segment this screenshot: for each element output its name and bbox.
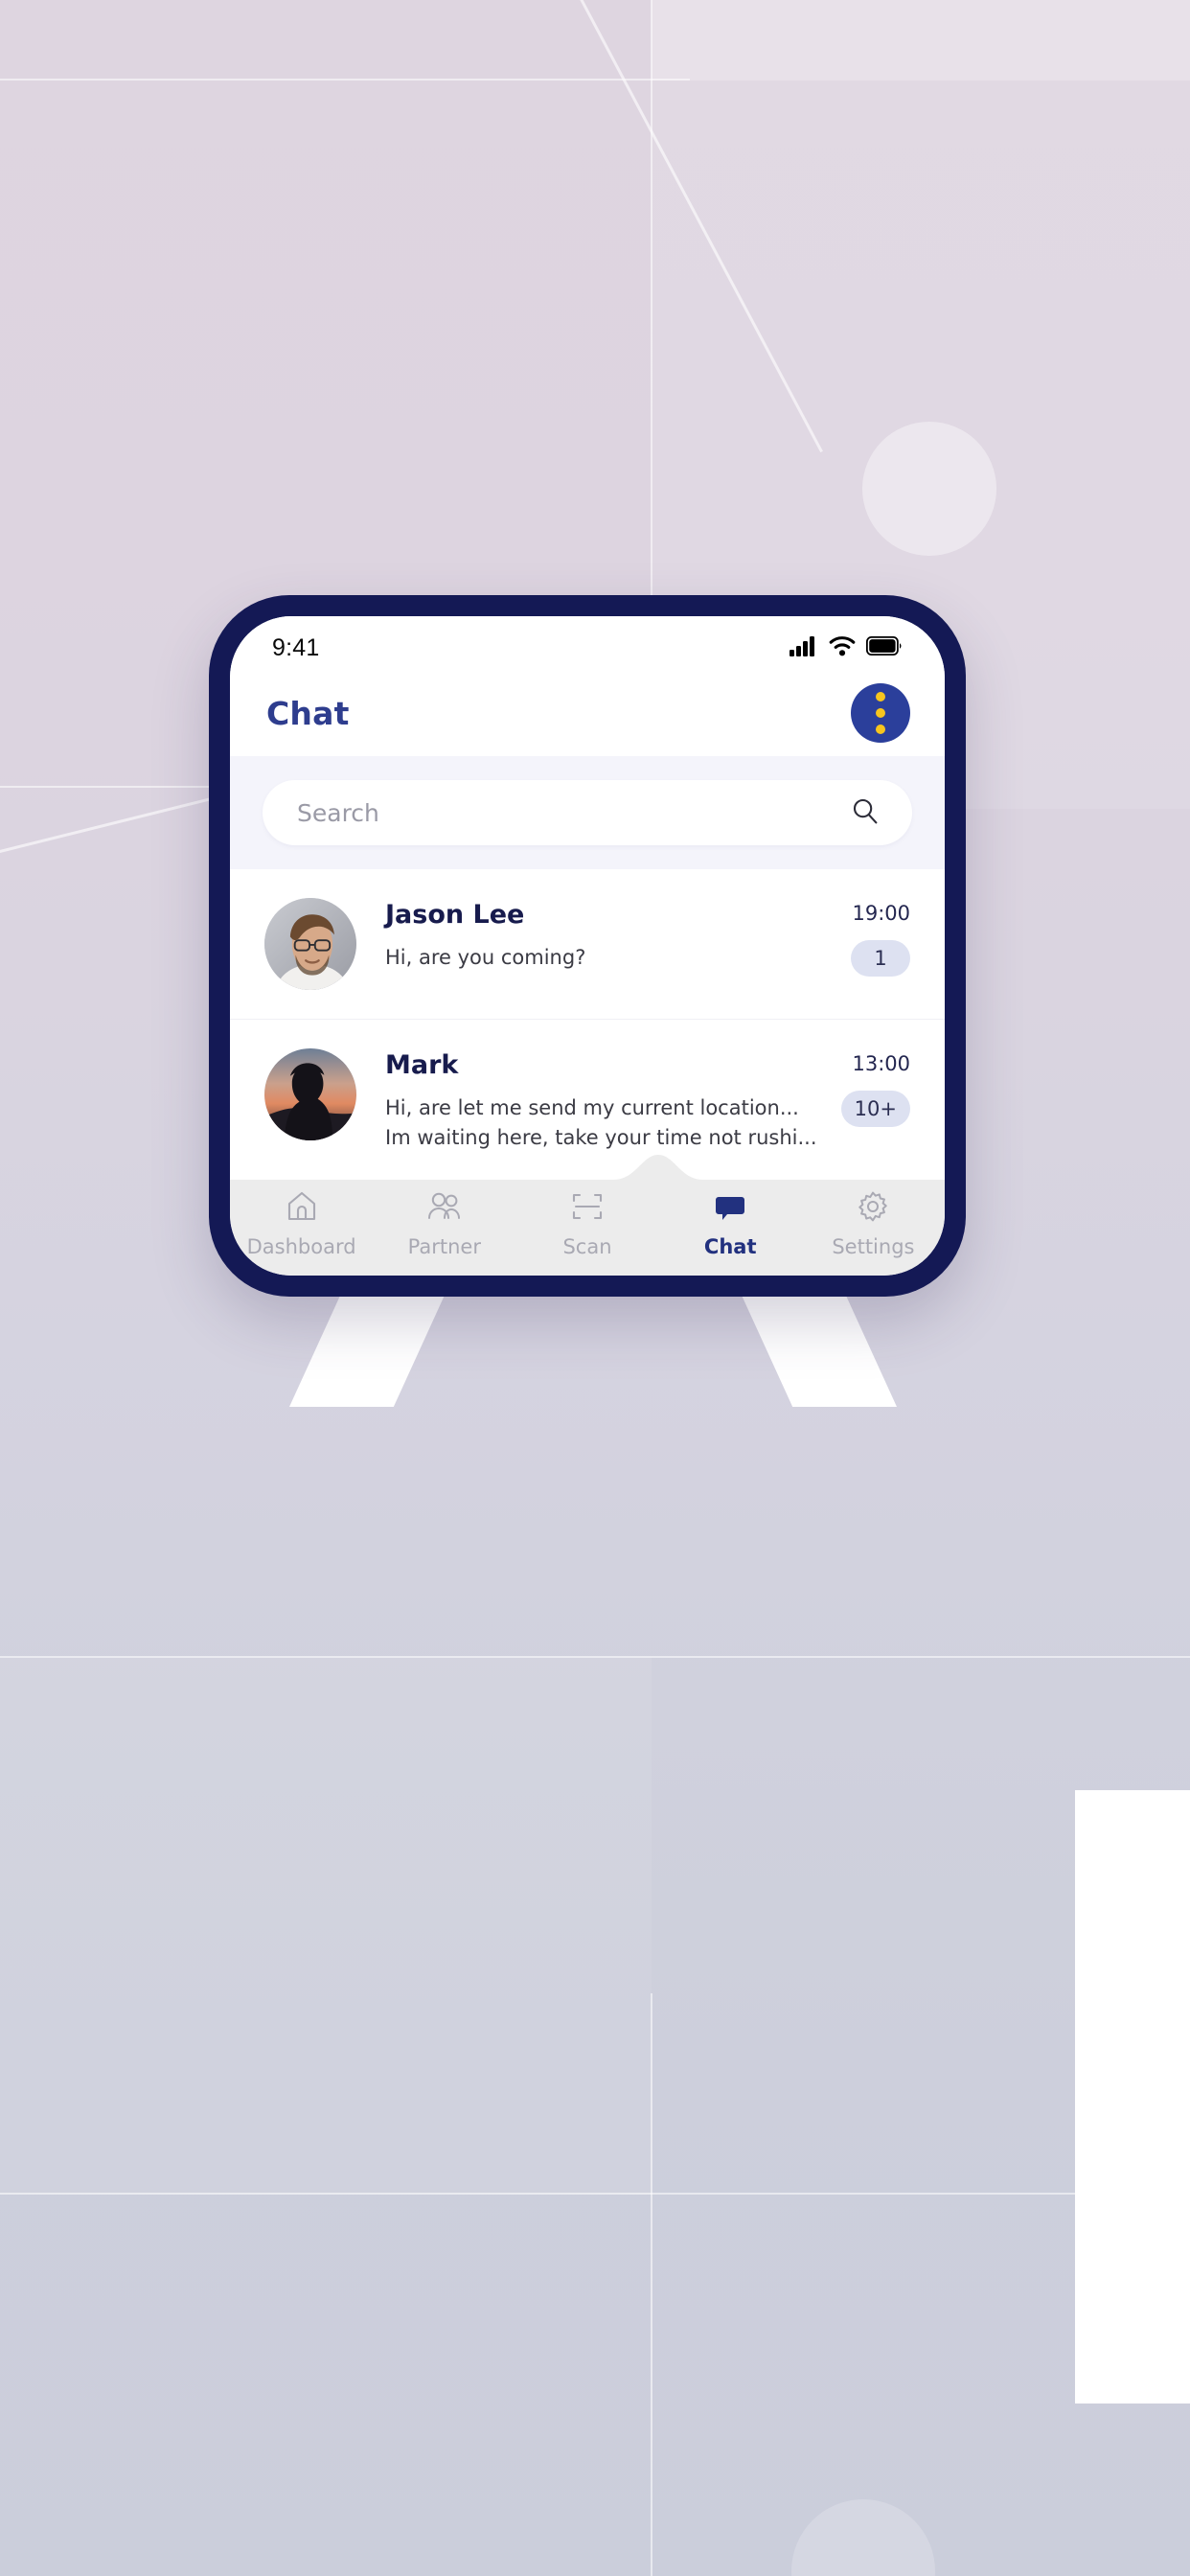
search-placeholder: Search — [297, 798, 379, 827]
bottom-nav-items: Dashboard Partner Scan Chat Settings — [230, 1182, 945, 1266]
phone-screen: 9:41 Chat Search Jason Lee Hi, are you c… — [230, 616, 945, 1276]
chat-item-meta: 13:00 10+ — [840, 1048, 910, 1127]
nav-label-scan: Scan — [562, 1235, 612, 1258]
nav-label-dashboard: Dashboard — [246, 1235, 356, 1258]
battery-icon — [865, 635, 903, 659]
nav-item-scan[interactable]: Scan — [515, 1189, 658, 1258]
nav-item-partner[interactable]: Partner — [373, 1189, 515, 1258]
background-node-circle — [862, 422, 996, 556]
chat-item-preview-line1: Hi, are you coming? — [385, 946, 586, 969]
search-input[interactable]: Search — [263, 780, 912, 845]
scan-icon — [570, 1189, 605, 1228]
chat-item-unread-badge: 10+ — [840, 1091, 910, 1127]
menu-dot-2 — [876, 708, 885, 718]
chat-list-item[interactable]: Jason Lee Hi, are you coming? 19:00 1 — [230, 869, 945, 1020]
nav-item-dashboard[interactable]: Dashboard — [230, 1189, 373, 1258]
chat-item-preview-line2: Im waiting here, take your time not rush… — [385, 1125, 817, 1149]
chat-item-content: Jason Lee Hi, are you coming? — [356, 898, 851, 973]
status-bar: 9:41 — [230, 616, 945, 670]
chat-item-name: Mark — [385, 1050, 459, 1080]
status-bar-clock: 9:41 — [272, 633, 320, 661]
background-gridline-vertical-2 — [651, 1993, 652, 2576]
nav-label-partner: Partner — [407, 1235, 481, 1258]
chat-item-unread-badge: 1 — [851, 940, 910, 977]
chat-item-time: 19:00 — [852, 902, 910, 925]
avatar — [264, 898, 356, 990]
phone-mockup: 9:41 Chat Search Jason Lee Hi, are you c… — [209, 595, 966, 1297]
chat-item-content: Mark Hi, are let me send my current loca… — [356, 1048, 841, 1152]
avatar — [264, 1048, 356, 1140]
search-section: Search — [230, 756, 945, 869]
background-block-lower-left — [0, 1658, 652, 2195]
background-gridline-horizontal-1 — [0, 79, 690, 80]
status-bar-icons — [790, 635, 903, 660]
chat-item-time: 13:00 — [852, 1052, 910, 1075]
wifi-icon — [829, 635, 856, 660]
man-with-glasses-avatar — [264, 898, 356, 990]
people-icon — [426, 1189, 463, 1228]
background-white-panel-right — [1075, 1790, 1190, 2404]
chat-list: Jason Lee Hi, are you coming? 19:00 1 Ma… — [230, 869, 945, 1155]
background-gridline-horizontal-3 — [0, 1656, 1190, 1658]
more-vertical-icon[interactable] — [851, 683, 910, 743]
search-icon[interactable] — [851, 796, 880, 829]
background-gridline-horizontal-4 — [0, 2193, 1190, 2195]
chat-item-preview-line1: Hi, are let me send my current location.… — [385, 1096, 799, 1119]
menu-dot-1 — [876, 692, 885, 702]
menu-dot-3 — [876, 724, 885, 734]
chat-item-meta: 19:00 1 — [851, 898, 910, 977]
silhouette-sunset-avatar — [264, 1048, 356, 1140]
home-icon — [285, 1189, 319, 1228]
gear-icon — [856, 1189, 890, 1228]
nav-label-chat: Chat — [703, 1235, 757, 1258]
page-title: Chat — [266, 694, 350, 732]
nav-item-chat[interactable]: Chat — [659, 1189, 802, 1258]
nav-item-settings[interactable]: Settings — [802, 1189, 945, 1258]
nav-label-settings: Settings — [832, 1235, 915, 1258]
bottom-navigation: Dashboard Partner Scan Chat Settings — [230, 1155, 945, 1276]
chat-item-name: Jason Lee — [385, 900, 525, 930]
chat-bubble-icon — [713, 1189, 747, 1228]
signal-icon — [790, 635, 818, 660]
background-block-top-right — [652, 0, 1190, 80]
app-header: Chat — [230, 670, 945, 756]
chat-list-item[interactable]: Mark Hi, are let me send my current loca… — [230, 1020, 945, 1155]
